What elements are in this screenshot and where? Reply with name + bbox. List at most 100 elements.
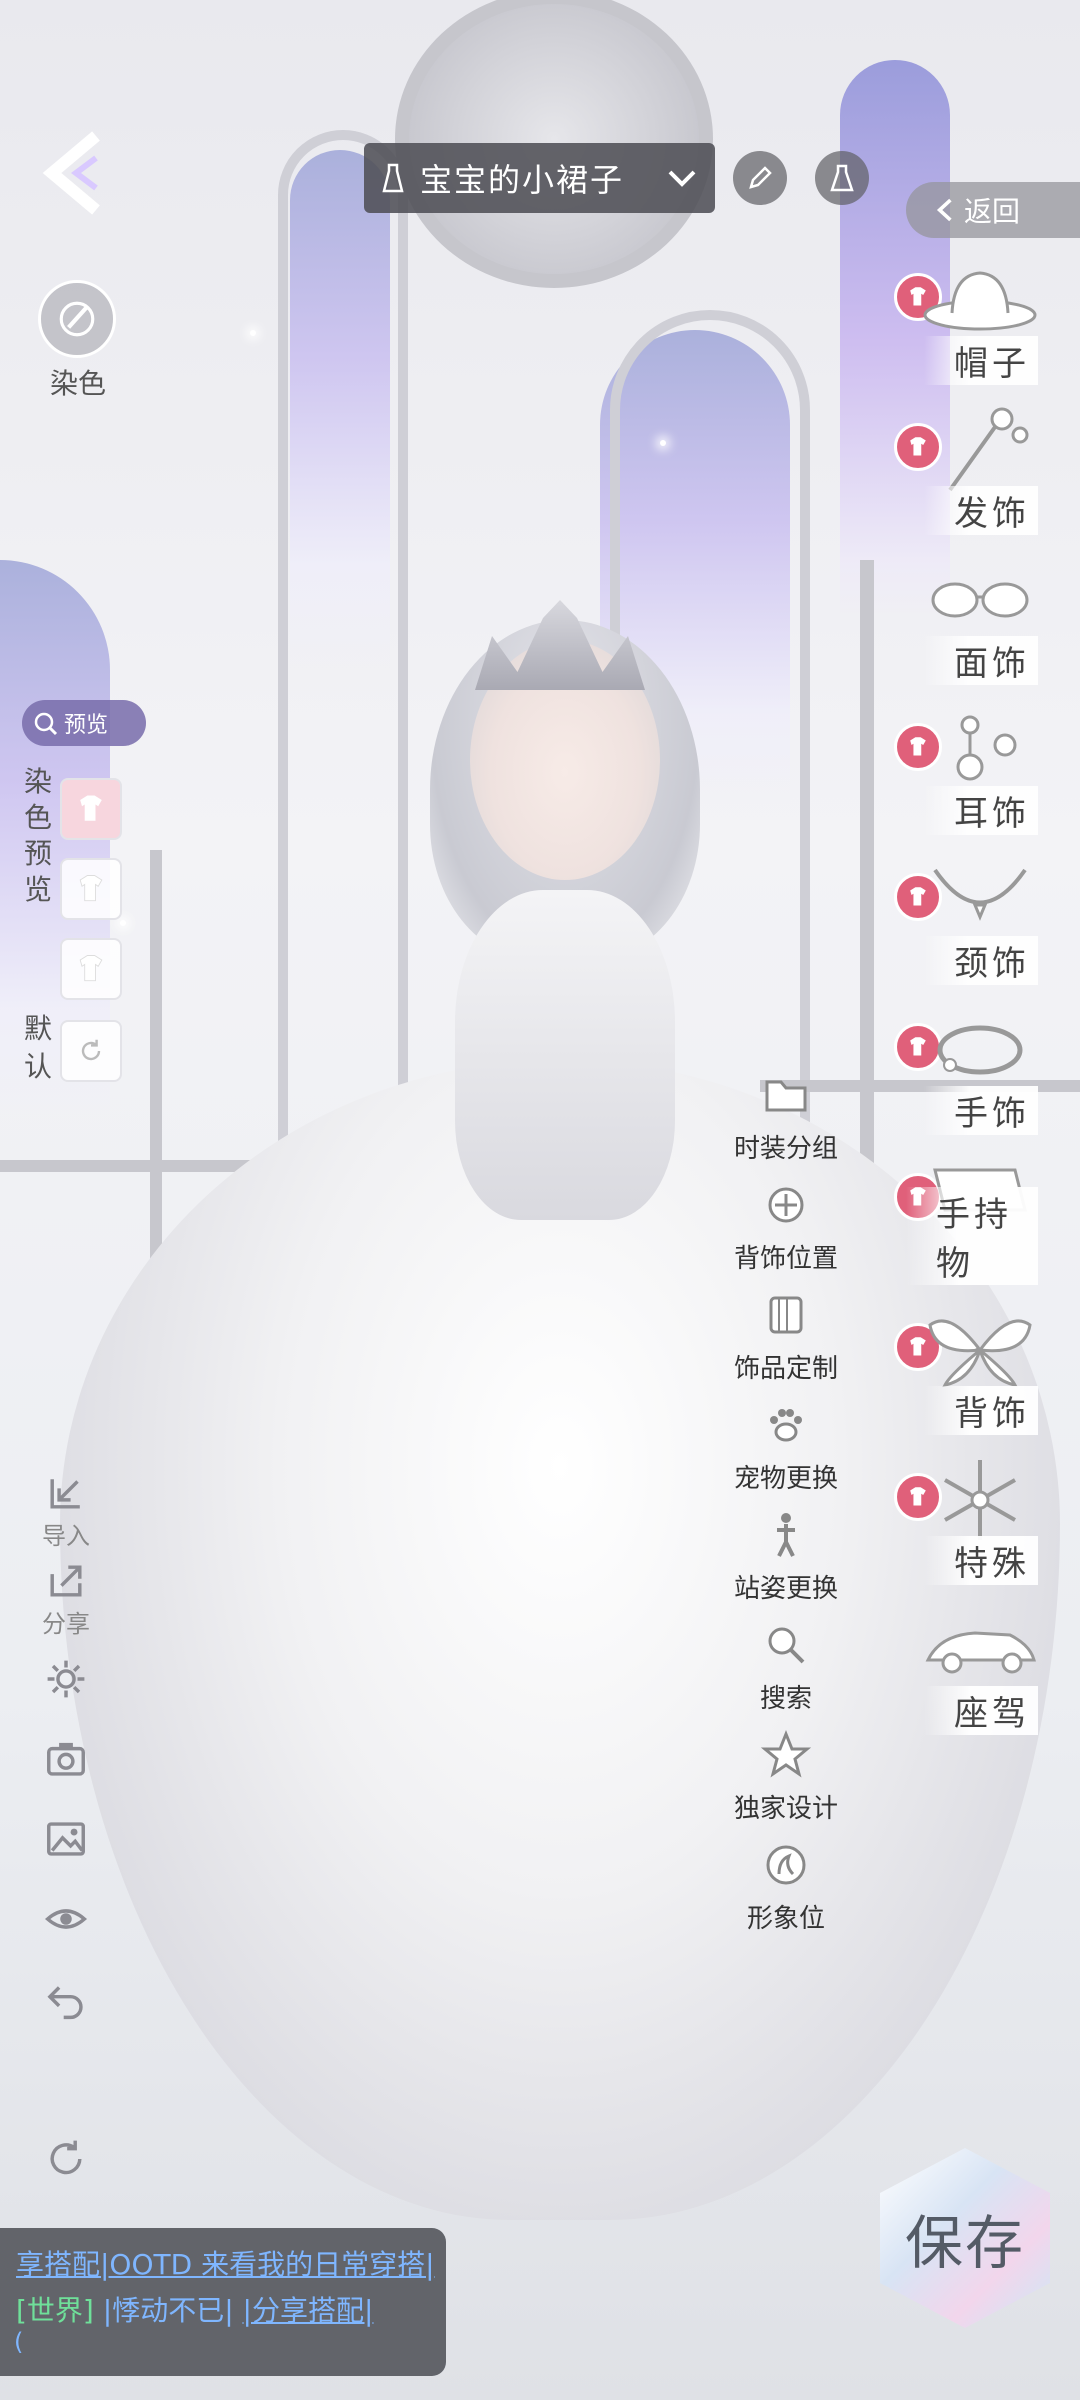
category-label: 发饰: [924, 486, 1038, 535]
dye-swatch-2[interactable]: [60, 858, 122, 920]
dye-swatch-3[interactable]: [60, 938, 122, 1000]
position-icon: [768, 1187, 804, 1223]
menu-exclusive-design[interactable]: 独家设计: [728, 1728, 844, 1825]
menu-label: 独家设计: [733, 1794, 838, 1824]
category-earring[interactable]: 耳饰: [894, 705, 1056, 835]
folder-icon: [765, 1080, 807, 1112]
reset-icon: [81, 1039, 101, 1061]
dye-brush-icon: [59, 301, 95, 337]
menu-search[interactable]: 搜索: [728, 1618, 844, 1715]
menu-label: 时装分组: [733, 1134, 838, 1164]
pose-icon: [777, 1513, 795, 1557]
category-hair-accessory[interactable]: 发饰: [894, 405, 1056, 535]
glasses-icon: [931, 582, 1029, 618]
share-label: 分享: [42, 1610, 90, 1638]
undo-icon: [47, 1986, 83, 2020]
menu-customize[interactable]: 饰品定制: [728, 1288, 844, 1385]
category-label: 座驾: [924, 1686, 1038, 1735]
eye-icon: [44, 1909, 88, 1929]
paw-icon: [770, 1409, 802, 1442]
menu-label: 形象位: [746, 1904, 825, 1934]
category-label: 面饰: [924, 636, 1038, 685]
category-face-accessory[interactable]: 面饰: [906, 555, 1056, 685]
customize-icon: [769, 1296, 803, 1334]
category-mount[interactable]: 座驾: [906, 1605, 1056, 1735]
menu-back-position[interactable]: 背饰位置: [728, 1178, 844, 1275]
edit-name-button[interactable]: [733, 151, 787, 205]
wardrobe-button[interactable]: [815, 151, 869, 205]
category-necklace[interactable]: 颈饰: [894, 855, 1056, 985]
category-label: 耳饰: [924, 786, 1038, 835]
pen-icon: [749, 166, 772, 189]
camera-button[interactable]: [34, 1736, 98, 1782]
chat-box[interactable]: 享搭配|OOTD 来看我的日常穿搭| [世界] |悸动不已| |分享搭配|: [0, 2228, 446, 2376]
menu-profile-slot[interactable]: 形象位: [728, 1838, 844, 1935]
import-button[interactable]: 导入: [34, 1470, 98, 1551]
chat-line-3: (: [14, 2328, 24, 2356]
hairpin-icon: [948, 407, 1029, 492]
return-label: 返回: [964, 195, 1021, 228]
outfit-name: 宝宝的小裙子: [420, 161, 625, 199]
hide-ui-button[interactable]: [34, 1896, 98, 1942]
category-back-accessory[interactable]: 背饰: [894, 1305, 1056, 1435]
import-label: 导入: [42, 1522, 90, 1550]
wings-icon: [928, 1319, 1032, 1388]
menu-pet[interactable]: 宠物更换: [728, 1398, 844, 1495]
menu-outfit-group[interactable]: 时装分组: [728, 1068, 844, 1165]
gothic-window-frame: [278, 130, 408, 1150]
settings-button[interactable]: [34, 1656, 98, 1702]
category-label: 手饰: [924, 1086, 1038, 1135]
reset-button[interactable]: [34, 2136, 98, 2182]
search-icon: [768, 1627, 805, 1664]
menu-pose[interactable]: 站姿更换: [728, 1508, 844, 1605]
menu-label: 背饰位置: [733, 1244, 838, 1274]
reset-dye-button[interactable]: [60, 1020, 122, 1082]
dye-button[interactable]: [38, 280, 116, 358]
back-button[interactable]: [38, 128, 118, 218]
sparkle: [250, 330, 256, 336]
star-icon: [760, 1729, 812, 1778]
category-bracelet[interactable]: 手饰: [894, 1005, 1056, 1135]
preview-toggle[interactable]: 预览: [22, 700, 146, 746]
dye-preview-label: 染色预览: [23, 765, 52, 906]
category-label: 手持物: [906, 1187, 1038, 1285]
chevron-down-icon: [668, 170, 696, 187]
shirt-icon: [80, 795, 102, 821]
snowflake-icon: [944, 1460, 1016, 1540]
sparkle: [120, 920, 126, 926]
default-label: 默认: [23, 1012, 52, 1083]
chat-line-1[interactable]: 享搭配|OOTD 来看我的日常穿搭|: [16, 2242, 435, 2288]
chevron-left-icon: [42, 131, 100, 215]
menu-label: 宠物更换: [733, 1464, 838, 1494]
undo-button[interactable]: [34, 1976, 98, 2022]
category-hat[interactable]: 帽子: [894, 255, 1056, 385]
dye-label: 染色: [49, 367, 106, 400]
return-button[interactable]: 返回: [906, 182, 1080, 238]
dress-icon: [830, 164, 854, 192]
category-special[interactable]: 特殊: [894, 1455, 1056, 1585]
necklace-icon: [933, 868, 1027, 921]
preview-label: 预览: [64, 713, 109, 738]
gallery-button[interactable]: [34, 1816, 98, 1862]
outfit-selector[interactable]: 宝宝的小裙子: [364, 143, 715, 213]
save-label: 保存: [904, 2209, 1025, 2277]
category-handheld[interactable]: 手持物: [894, 1155, 1056, 1285]
import-icon: [50, 1479, 80, 1509]
shirt-icon: [79, 875, 103, 902]
gear-icon: [47, 1660, 85, 1698]
category-label: 背饰: [924, 1386, 1038, 1435]
profile-icon: [766, 1845, 806, 1885]
camera-icon: [47, 1742, 85, 1776]
dye-swatch-1[interactable]: [60, 778, 122, 840]
menu-label: 搜索: [759, 1684, 812, 1714]
share-button[interactable]: 分享: [34, 1558, 98, 1639]
car-icon: [925, 1631, 1036, 1674]
eye-preview-icon: [34, 712, 58, 736]
chat-channel: [世界]: [16, 2294, 94, 2327]
chat-message[interactable]: |分享搭配|: [243, 2294, 374, 2327]
category-label: 帽子: [924, 336, 1038, 385]
chat-user[interactable]: |悸动不已|: [103, 2294, 234, 2327]
hat-icon: [923, 271, 1037, 331]
earring-icon: [956, 715, 1017, 781]
bracelet-icon: [937, 1025, 1023, 1075]
